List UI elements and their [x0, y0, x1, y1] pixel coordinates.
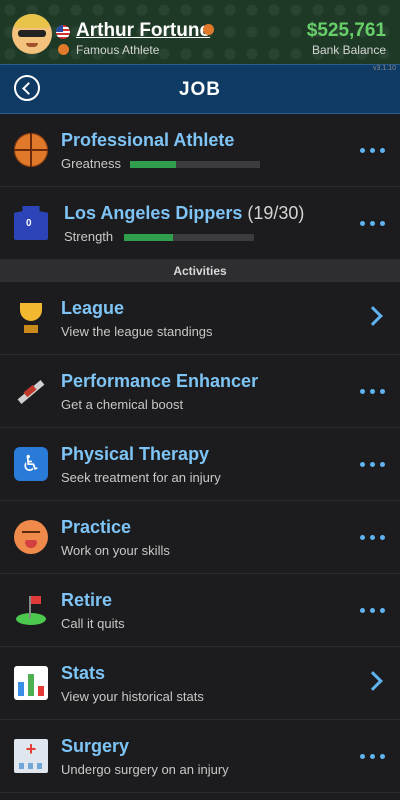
- more-options-button[interactable]: [360, 529, 386, 545]
- activity-subtitle: View the league standings: [61, 324, 213, 339]
- basketball-icon: [58, 44, 69, 55]
- activity-surgery[interactable]: Surgery Undergo surgery on an injury: [0, 720, 400, 793]
- progress-fill: [130, 161, 176, 168]
- chevron-right-icon[interactable]: [363, 306, 383, 326]
- job-stat-label: Greatness: [61, 156, 121, 171]
- trophy-icon: [14, 301, 48, 335]
- us-flag-icon: [56, 25, 70, 39]
- job-title: Professional Athlete: [61, 130, 235, 150]
- strength-progress-bar: [124, 234, 254, 241]
- activity-title: Practice: [61, 517, 132, 537]
- wheelchair-icon: [14, 447, 48, 481]
- basketball-icon: [203, 24, 214, 35]
- bank-balance-label: Bank Balance: [311, 43, 386, 57]
- section-header-activities: Activities: [0, 260, 400, 282]
- activity-performance-enhancer[interactable]: Performance Enhancer Get a chemical boos…: [0, 355, 400, 428]
- syringe-icon: [14, 374, 48, 408]
- activity-subtitle: Work on your skills: [61, 543, 170, 558]
- activity-subtitle: Call it quits: [61, 616, 125, 631]
- top-bar: Arthur Fortune Famous Athlete $525,761 B…: [0, 0, 400, 72]
- avatar[interactable]: [12, 14, 52, 54]
- activity-title: Physical Therapy: [61, 444, 210, 464]
- page-title: JOB: [178, 79, 222, 100]
- bar-chart-icon: [14, 666, 48, 700]
- activity-subtitle: Get a chemical boost: [61, 397, 184, 412]
- bank-balance: $525,761: [306, 20, 386, 41]
- character-job: Famous Athlete: [76, 43, 160, 57]
- hospital-icon: [14, 739, 48, 773]
- job-row[interactable]: Professional Athlete Greatness: [0, 114, 400, 187]
- hot-face-icon: [14, 520, 48, 554]
- activity-title: Surgery: [61, 736, 130, 756]
- activity-subtitle: Undergo surgery on an injury: [61, 762, 229, 777]
- activity-title: Retire: [61, 590, 113, 610]
- activity-practice[interactable]: Practice Work on your skills: [0, 501, 400, 574]
- page-header: JOB: [0, 64, 400, 114]
- activity-retire[interactable]: Retire Call it quits: [0, 574, 400, 647]
- version-label: v3.1.10: [373, 65, 396, 72]
- more-options-button[interactable]: [360, 215, 386, 231]
- character-name[interactable]: Arthur Fortune: [76, 20, 210, 42]
- activity-title: Performance Enhancer: [61, 371, 259, 391]
- activity-subtitle: Seek treatment for an injury: [61, 470, 221, 485]
- activity-subtitle: View your historical stats: [61, 689, 204, 704]
- activity-title: League: [61, 298, 125, 318]
- basketball-icon: [14, 133, 48, 167]
- golf-flag-icon: [14, 593, 48, 627]
- more-options-button[interactable]: [360, 383, 386, 399]
- greatness-progress-bar: [130, 161, 260, 168]
- jersey-icon: 0: [14, 206, 48, 240]
- activity-title: Stats: [61, 663, 106, 683]
- more-options-button[interactable]: [360, 602, 386, 618]
- progress-fill: [124, 234, 174, 241]
- activity-stats[interactable]: Stats View your historical stats: [0, 647, 400, 720]
- team-stat-label: Strength: [64, 229, 114, 244]
- chevron-right-icon[interactable]: [363, 671, 383, 691]
- more-options-button[interactable]: [360, 142, 386, 158]
- activity-league[interactable]: League View the league standings: [0, 282, 400, 355]
- more-options-button[interactable]: [360, 748, 386, 764]
- team-title: Los Angeles Dippers (19/30): [64, 203, 305, 223]
- team-row[interactable]: 0 Los Angeles Dippers (19/30) Strength: [0, 187, 400, 260]
- activity-physical-therapy[interactable]: Physical Therapy Seek treatment for an i…: [0, 428, 400, 501]
- more-options-button[interactable]: [360, 456, 386, 472]
